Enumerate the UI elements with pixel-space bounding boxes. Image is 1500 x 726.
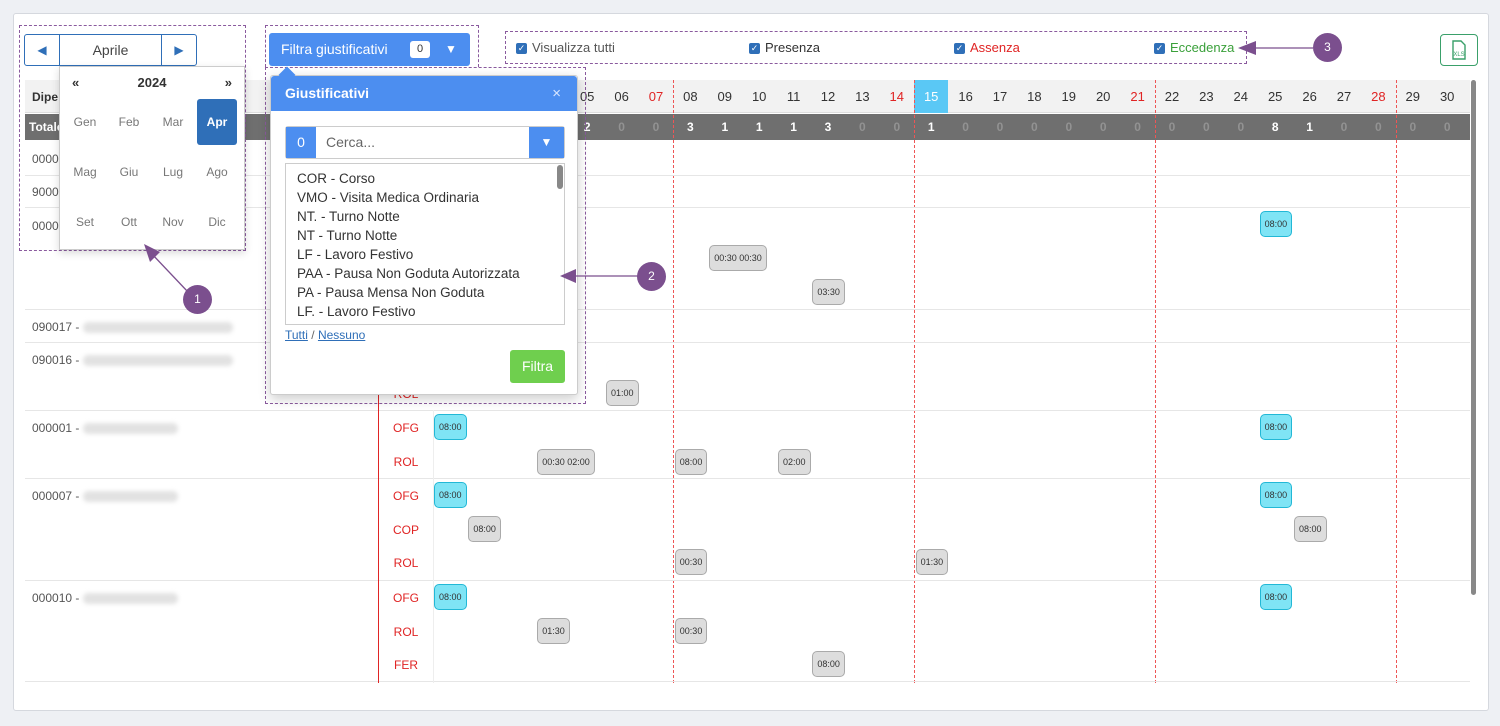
callout-marker-2: 2 (637, 262, 666, 291)
callout-marker-1: 1 (183, 285, 212, 314)
callout-marker-3: 3 (1313, 33, 1342, 62)
callout-arrows (144, 41, 1313, 293)
